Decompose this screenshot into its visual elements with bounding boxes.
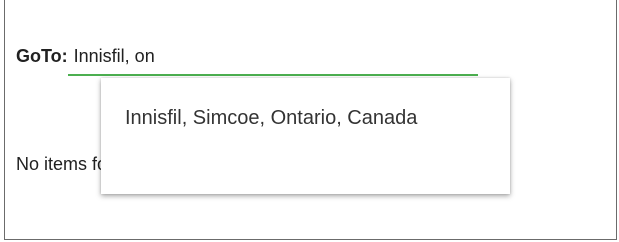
goto-search-input[interactable]	[73, 46, 474, 67]
autocomplete-dropdown: Innisfil, Simcoe, Ontario, Canada	[101, 78, 510, 194]
goto-label: GoTo:	[16, 46, 68, 66]
goto-row: GoTo:	[16, 46, 478, 76]
goto-input-underline	[67, 74, 478, 76]
frame-divider	[616, 0, 617, 240]
goto-input-wrap	[67, 46, 478, 76]
autocomplete-suggestion[interactable]: Innisfil, Simcoe, Ontario, Canada	[125, 102, 445, 135]
